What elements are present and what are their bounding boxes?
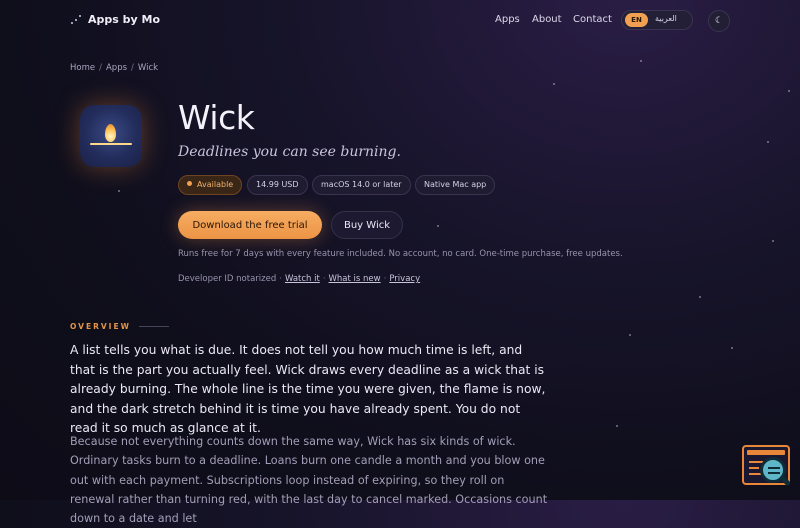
language-switcher: EN العربية bbox=[621, 10, 693, 30]
moon-icon: ☾ bbox=[714, 16, 724, 26]
nav-link-about[interactable]: About bbox=[532, 14, 562, 25]
page-title: Wick bbox=[178, 98, 255, 137]
lang-option-ar[interactable]: العربية bbox=[655, 14, 677, 23]
nav-link-apps[interactable]: Apps bbox=[495, 14, 520, 25]
star bbox=[437, 225, 439, 227]
breadcrumb-home[interactable]: Home bbox=[70, 63, 95, 73]
download-trial-button[interactable]: Download the free trial bbox=[178, 211, 322, 239]
notarized-label: Developer ID notarized bbox=[178, 274, 277, 284]
star bbox=[616, 425, 618, 427]
star bbox=[788, 90, 790, 92]
status-badge: Available bbox=[178, 175, 243, 195]
whats-new-link[interactable]: What is new bbox=[329, 274, 381, 284]
platform-badge: Native Mac app bbox=[415, 175, 496, 195]
privacy-link[interactable]: Privacy bbox=[389, 274, 420, 284]
theme-toggle-button[interactable]: ☾ bbox=[708, 10, 730, 32]
tagline: Deadlines you can see burning. bbox=[178, 144, 401, 160]
wick-line bbox=[90, 143, 132, 145]
watch-link[interactable]: Watch it bbox=[285, 274, 320, 284]
sparkle-icon bbox=[70, 14, 82, 26]
flame-icon bbox=[105, 124, 116, 142]
info-links: Developer ID notarized · Watch it · What is … bbox=[178, 274, 421, 284]
star bbox=[699, 296, 701, 298]
star bbox=[553, 83, 555, 85]
overview-lead: A list tells you what is due. It does no… bbox=[70, 343, 546, 435]
section-eyebrow: OVERVIEW bbox=[70, 322, 169, 331]
brand[interactable]: Apps by Mo bbox=[70, 13, 160, 26]
status-dot-icon bbox=[187, 181, 192, 186]
star bbox=[772, 240, 774, 242]
breadcrumb-current: Wick bbox=[137, 63, 159, 73]
lang-option-en[interactable]: EN bbox=[625, 13, 648, 27]
buy-button[interactable]: Buy Wick bbox=[331, 211, 403, 239]
star bbox=[640, 60, 642, 62]
requirement-badge: macOS 14.0 or later bbox=[312, 175, 411, 195]
star bbox=[629, 334, 631, 336]
top-nav: Apps by Mo Apps About Contact EN العربية… bbox=[0, 0, 800, 40]
brand-name: Apps by Mo bbox=[88, 13, 161, 26]
overview-body: Because not everything counts down the s… bbox=[70, 435, 548, 526]
star bbox=[767, 141, 769, 143]
breadcrumb-apps[interactable]: Apps bbox=[106, 63, 127, 73]
app-icon bbox=[80, 105, 142, 167]
price-badge: 14.99 USD bbox=[247, 175, 308, 195]
star bbox=[731, 347, 733, 349]
breadcrumb: Home / Apps / Wick bbox=[70, 63, 159, 73]
divider bbox=[138, 326, 169, 327]
star bbox=[118, 190, 120, 192]
trial-note: Runs free for 7 days with every feature … bbox=[178, 249, 623, 259]
nav-link-contact[interactable]: Contact bbox=[573, 14, 612, 25]
